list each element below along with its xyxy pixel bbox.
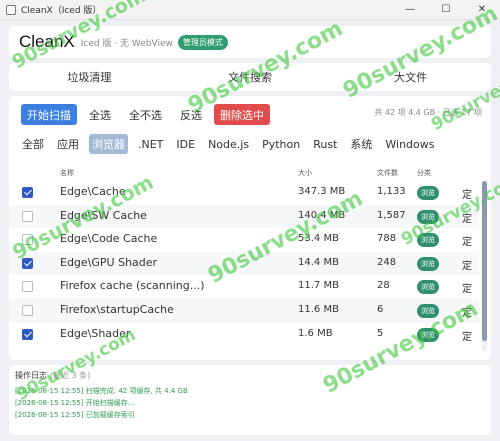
category-filters: 全部 应用 浏览器 .NET IDE Node.js Python Rust 系…	[19, 134, 445, 154]
window-title: CleanX（Iced 版）	[21, 6, 102, 16]
row-file-count: 248	[377, 256, 397, 268]
app-icon	[6, 4, 16, 15]
row-category-badge: 浏览	[417, 280, 439, 295]
table-row[interactable]: Edge\Cache 347.3 MB 1,133 浏览 定	[9, 181, 479, 205]
log-line: [2026-08-15 12:55] 开始扫描缓存...	[15, 399, 135, 407]
row-checkbox[interactable]	[22, 328, 33, 340]
column-header-category[interactable]: 分类	[417, 168, 431, 178]
row-locate-action[interactable]: 定	[462, 233, 472, 248]
filter-apps[interactable]: 应用	[54, 134, 82, 154]
row-name: Firefox cache (scanning...)	[60, 279, 205, 293]
table-row[interactable]: Firefox\startupCache 11.6 MB 6 浏览 定	[9, 298, 479, 323]
row-checkbox[interactable]	[22, 281, 33, 293]
row-category-badge: 浏览	[417, 186, 439, 200]
row-size: 11.6 MB	[298, 303, 339, 315]
column-header-count[interactable]: 文件数	[377, 168, 398, 178]
filter-system[interactable]: 系统	[347, 134, 375, 154]
filter-dotnet[interactable]: .NET	[135, 136, 166, 153]
filter-rust[interactable]: Rust	[310, 136, 340, 153]
row-file-count: 1,587	[377, 209, 406, 221]
row-file-count: 788	[377, 233, 397, 245]
tab-junk-clean[interactable]: 垃圾清理	[9, 63, 170, 91]
filter-ide[interactable]: IDE	[173, 136, 198, 153]
minimize-icon[interactable]: —	[392, 0, 428, 20]
row-size: 11.7 MB	[298, 280, 339, 292]
row-name: Firefox\startupCache	[60, 302, 174, 316]
log-line: [2026-08-15 12:55] 已加载缓存索引	[15, 411, 135, 419]
admin-badge: 管理员模式	[177, 34, 228, 50]
row-locate-action[interactable]: 定	[462, 257, 472, 272]
row-locate-action[interactable]: 定	[462, 328, 472, 343]
maximize-icon[interactable]: ☐	[428, 0, 464, 20]
operation-log: 操作日志 (最近 3 条) [2026-08-15 12:55] 扫描完成: 42…	[9, 365, 491, 435]
column-header-size[interactable]: 大小	[298, 168, 312, 178]
filter-all[interactable]: 全部	[19, 134, 47, 154]
row-file-count: 28	[377, 280, 390, 292]
filter-python[interactable]: Python	[259, 136, 303, 153]
toolbar: 开始扫描 全选 全不选 反选 删除选中	[21, 104, 276, 125]
filter-browser[interactable]: 浏览器	[89, 134, 128, 154]
title-bar: CleanX（Iced 版） — ☐ ✕	[0, 0, 500, 20]
row-locate-action[interactable]: 定	[462, 280, 472, 295]
row-file-count: 1,133	[377, 186, 406, 197]
row-file-count: 5	[377, 327, 384, 339]
row-checkbox[interactable]	[22, 210, 33, 222]
column-header-name[interactable]: 名称	[60, 168, 74, 178]
filter-windows[interactable]: Windows	[382, 136, 437, 153]
filter-nodejs[interactable]: Node.js	[205, 136, 252, 153]
select-all-button[interactable]: 全选	[83, 104, 117, 125]
row-checkbox[interactable]	[22, 187, 33, 198]
table-row[interactable]: Firefox cache (scanning...) 11.7 MB 28 浏…	[9, 275, 479, 299]
start-scan-button[interactable]: 开始扫描	[21, 104, 77, 125]
select-none-button[interactable]: 全不选	[123, 104, 168, 125]
row-file-count: 6	[377, 303, 384, 315]
table-header: 名称 大小 文件数 分类	[9, 168, 479, 180]
row-name: Edge\GPU Shader	[60, 255, 158, 269]
delete-selected-button[interactable]: 删除选中	[214, 104, 270, 125]
app-subtitle: Iced 版 · 无 WebView	[80, 38, 173, 49]
row-size: 1.6 MB	[298, 327, 333, 339]
row-size: 14.4 MB	[298, 256, 339, 268]
row-checkbox[interactable]	[22, 304, 33, 316]
row-category-badge: 浏览	[417, 256, 439, 271]
